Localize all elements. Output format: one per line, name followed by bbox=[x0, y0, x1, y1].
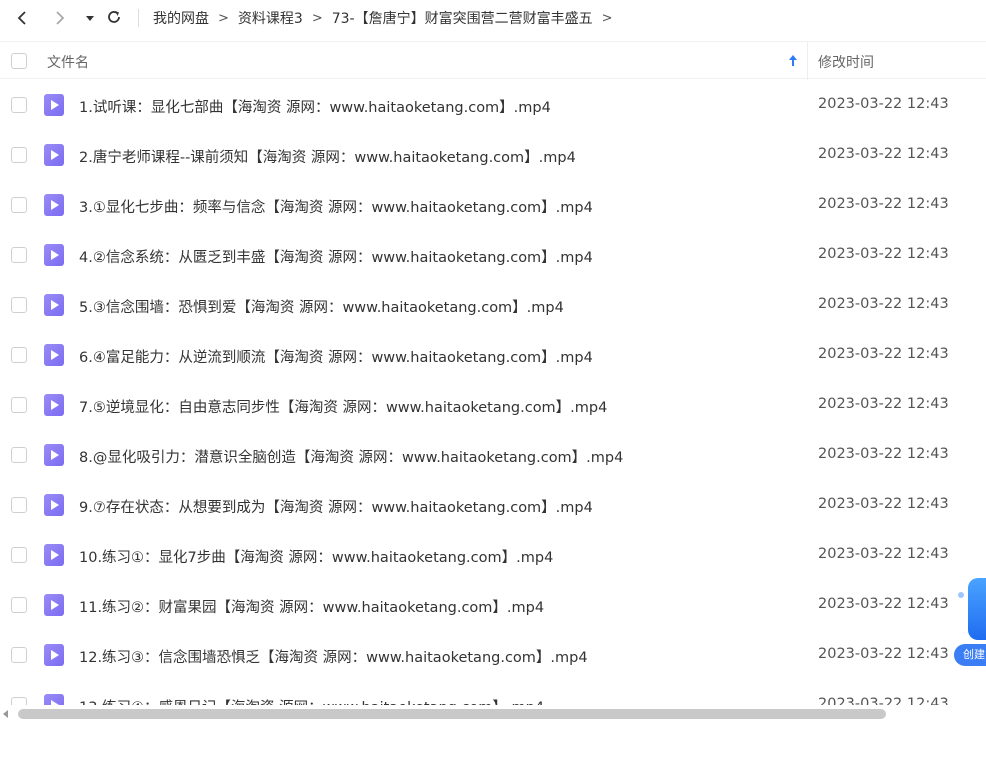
column-divider[interactable] bbox=[807, 42, 808, 80]
video-file-icon bbox=[44, 444, 64, 466]
table-row[interactable]: 1.试听课：显化七部曲【海淘资 源网：www.haitaoketang.com】… bbox=[0, 80, 986, 130]
row-checkbox[interactable] bbox=[11, 197, 27, 213]
video-file-icon bbox=[44, 544, 64, 566]
file-modified-time: 2023-03-22 12:43 bbox=[818, 696, 949, 705]
table-row[interactable]: 13.练习④：感恩日记【海淘资 源网：www.haitaoketang.com】… bbox=[0, 680, 986, 705]
table-row[interactable]: 6.④富足能力：从逆流到顺流【海淘资 源网：www.haitaoketang.c… bbox=[0, 330, 986, 380]
file-modified-time: 2023-03-22 12:43 bbox=[818, 396, 949, 412]
video-file-icon bbox=[44, 594, 64, 616]
row-checkbox[interactable] bbox=[11, 297, 27, 313]
file-modified-time: 2023-03-22 12:43 bbox=[818, 196, 949, 212]
file-name[interactable]: 10.练习①：显化7步曲【海淘资 源网：www.haitaoketang.com… bbox=[79, 546, 553, 567]
row-checkbox[interactable] bbox=[11, 447, 27, 463]
breadcrumb-separator: > bbox=[218, 10, 229, 26]
column-header-filename[interactable]: 文件名 bbox=[47, 52, 89, 72]
video-file-icon bbox=[44, 644, 64, 666]
file-name[interactable]: 1.试听课：显化七部曲【海淘资 源网：www.haitaoketang.com】… bbox=[79, 96, 551, 117]
table-row[interactable]: 11.练习②：财富果园【海淘资 源网：www.haitaoketang.com】… bbox=[0, 580, 986, 630]
back-arrow-icon[interactable] bbox=[12, 8, 32, 28]
file-name[interactable]: 3.①显化七步曲：频率与信念【海淘资 源网：www.haitaoketang.c… bbox=[79, 196, 593, 217]
row-checkbox[interactable] bbox=[11, 397, 27, 413]
table-row[interactable]: 8.@显化吸引力：潜意识全脑创造【海淘资 源网：www.haitaoketang… bbox=[0, 430, 986, 480]
file-modified-time: 2023-03-22 12:43 bbox=[818, 646, 949, 662]
list-header: 文件名 修改时间 bbox=[0, 41, 986, 80]
file-name[interactable]: 2.唐宁老师课程--课前须知【海淘资 源网：www.haitaoketang.c… bbox=[79, 146, 576, 167]
file-modified-time: 2023-03-22 12:43 bbox=[818, 96, 949, 112]
file-name[interactable]: 11.练习②：财富果园【海淘资 源网：www.haitaoketang.com】… bbox=[79, 596, 544, 617]
create-button[interactable]: 创建 bbox=[954, 644, 986, 666]
horizontal-scrollbar[interactable] bbox=[0, 705, 986, 723]
file-list: 1.试听课：显化七部曲【海淘资 源网：www.haitaoketang.com】… bbox=[0, 80, 986, 705]
file-name[interactable]: 5.③信念围墙：恐惧到爱【海淘资 源网：www.haitaoketang.com… bbox=[79, 296, 564, 317]
row-checkbox[interactable] bbox=[11, 497, 27, 513]
select-all-checkbox[interactable] bbox=[11, 53, 27, 69]
video-file-icon bbox=[44, 194, 64, 216]
video-file-icon bbox=[44, 494, 64, 516]
table-row[interactable]: 7.⑤逆境显化：自由意志同步性【海淘资 源网：www.haitaoketang.… bbox=[0, 380, 986, 430]
row-checkbox[interactable] bbox=[11, 547, 27, 563]
refresh-icon[interactable] bbox=[104, 7, 124, 27]
row-checkbox[interactable] bbox=[11, 97, 27, 113]
nav-divider bbox=[138, 9, 139, 27]
breadcrumb-item[interactable]: 资料课程3 bbox=[238, 8, 303, 28]
video-file-icon bbox=[44, 244, 64, 266]
breadcrumb: 我的网盘 > 资料课程3 > 73-【詹唐宁】财富突围营二营财富丰盛五 > bbox=[153, 8, 622, 28]
file-modified-time: 2023-03-22 12:43 bbox=[818, 546, 949, 562]
floating-assistant-widget[interactable]: 创建 bbox=[952, 574, 986, 670]
video-file-icon bbox=[44, 294, 64, 316]
file-modified-time: 2023-03-22 12:43 bbox=[818, 496, 949, 512]
table-row[interactable]: 12.练习③：信念围墙恐惧乏【海淘资 源网：www.haitaoketang.c… bbox=[0, 630, 986, 680]
breadcrumb-item-current[interactable]: 73-【詹唐宁】财富突围营二营财富丰盛五 bbox=[332, 8, 593, 28]
row-checkbox[interactable] bbox=[11, 347, 27, 363]
row-checkbox[interactable] bbox=[11, 647, 27, 663]
row-checkbox[interactable] bbox=[11, 247, 27, 263]
row-checkbox[interactable] bbox=[11, 147, 27, 163]
file-modified-time: 2023-03-22 12:43 bbox=[818, 596, 949, 612]
file-name[interactable]: 6.④富足能力：从逆流到顺流【海淘资 源网：www.haitaoketang.c… bbox=[79, 346, 593, 367]
file-name[interactable]: 4.②信念系统：从匮乏到丰盛【海淘资 源网：www.haitaoketang.c… bbox=[79, 246, 593, 267]
video-file-icon bbox=[44, 394, 64, 416]
file-name[interactable]: 12.练习③：信念围墙恐惧乏【海淘资 源网：www.haitaoketang.c… bbox=[79, 646, 588, 667]
assistant-mascot-icon[interactable] bbox=[968, 578, 986, 640]
file-modified-time: 2023-03-22 12:43 bbox=[818, 446, 949, 462]
breadcrumb-separator: > bbox=[311, 10, 323, 26]
breadcrumb-item[interactable]: 我的网盘 bbox=[153, 8, 209, 28]
file-name[interactable]: 9.⑦存在状态：从想要到成为【海淘资 源网：www.haitaoketang.c… bbox=[79, 496, 593, 517]
table-row[interactable]: 9.⑦存在状态：从想要到成为【海淘资 源网：www.haitaoketang.c… bbox=[0, 480, 986, 530]
table-row[interactable]: 4.②信念系统：从匮乏到丰盛【海淘资 源网：www.haitaoketang.c… bbox=[0, 230, 986, 280]
file-modified-time: 2023-03-22 12:43 bbox=[818, 296, 949, 312]
scrollbar-thumb[interactable] bbox=[18, 709, 886, 719]
table-row[interactable]: 5.③信念围墙：恐惧到爱【海淘资 源网：www.haitaoketang.com… bbox=[0, 280, 986, 330]
table-row[interactable]: 10.练习①：显化7步曲【海淘资 源网：www.haitaoketang.com… bbox=[0, 530, 986, 580]
column-header-modified-time[interactable]: 修改时间 bbox=[818, 52, 874, 72]
sparkle-icon bbox=[958, 592, 964, 598]
video-file-icon bbox=[44, 694, 64, 705]
file-name[interactable]: 7.⑤逆境显化：自由意志同步性【海淘资 源网：www.haitaoketang.… bbox=[79, 396, 607, 417]
breadcrumb-separator[interactable]: > bbox=[602, 11, 613, 26]
file-modified-time: 2023-03-22 12:43 bbox=[818, 246, 949, 262]
navigation-bar: 我的网盘 > 资料课程3 > 73-【詹唐宁】财富突围营二营财富丰盛五 > bbox=[0, 0, 986, 36]
video-file-icon bbox=[44, 144, 64, 166]
file-name[interactable]: 13.练习④：感恩日记【海淘资 源网：www.haitaoketang.com】… bbox=[79, 696, 544, 705]
file-name[interactable]: 8.@显化吸引力：潜意识全脑创造【海淘资 源网：www.haitaoketang… bbox=[79, 446, 623, 467]
video-file-icon bbox=[44, 94, 64, 116]
video-file-icon bbox=[44, 344, 64, 366]
file-modified-time: 2023-03-22 12:43 bbox=[818, 146, 949, 162]
table-row[interactable]: 3.①显化七步曲：频率与信念【海淘资 源网：www.haitaoketang.c… bbox=[0, 180, 986, 230]
scroll-left-arrow-icon[interactable] bbox=[3, 710, 8, 718]
table-row[interactable]: 2.唐宁老师课程--课前须知【海淘资 源网：www.haitaoketang.c… bbox=[0, 130, 986, 180]
forward-arrow-icon[interactable] bbox=[50, 8, 70, 28]
file-modified-time: 2023-03-22 12:43 bbox=[818, 346, 949, 362]
row-checkbox[interactable] bbox=[11, 697, 27, 705]
sort-ascending-icon[interactable] bbox=[786, 53, 800, 69]
history-dropdown-icon[interactable] bbox=[80, 8, 100, 28]
row-checkbox[interactable] bbox=[11, 597, 27, 613]
